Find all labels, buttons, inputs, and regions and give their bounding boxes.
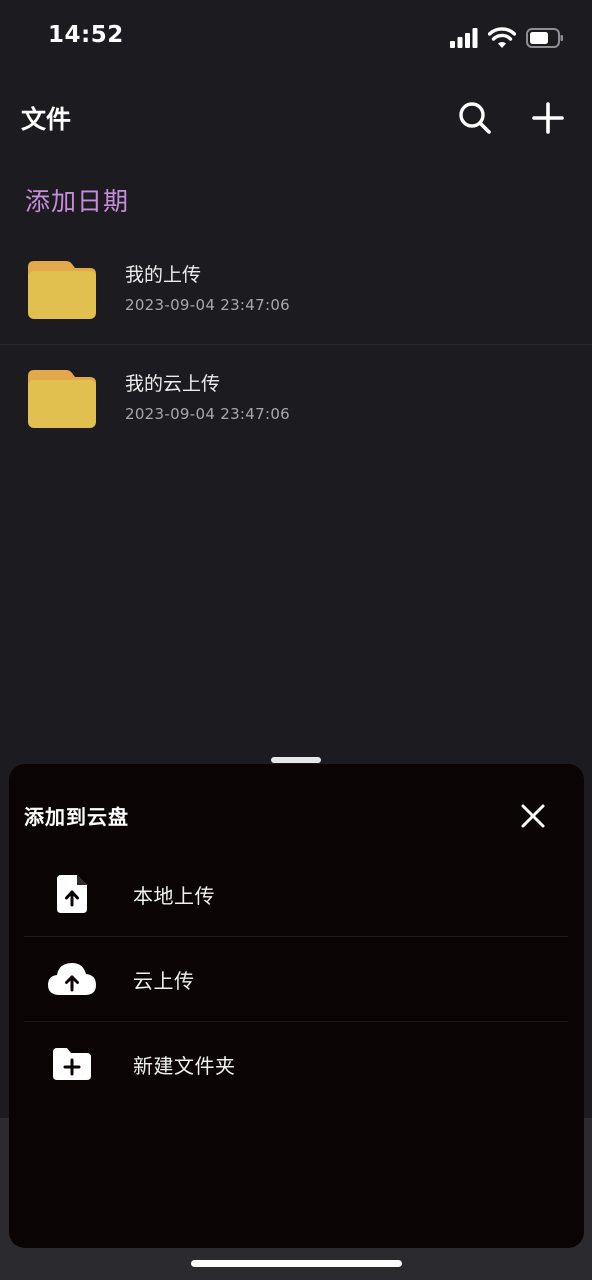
home-indicator bbox=[191, 1260, 402, 1267]
file-row[interactable]: 我的云上传 2023-09-04 23:47:06 bbox=[0, 347, 592, 455]
file-row[interactable]: 我的上传 2023-09-04 23:47:06 bbox=[0, 238, 592, 346]
file-date: 2023-09-04 23:47:06 bbox=[125, 405, 291, 423]
page-title: 文件 bbox=[21, 105, 72, 134]
action-label: 云上传 bbox=[133, 969, 195, 993]
close-button[interactable] bbox=[512, 795, 554, 837]
search-icon bbox=[459, 102, 491, 134]
cloud-upload-button[interactable]: 云上传 bbox=[24, 937, 568, 1021]
file-name: 我的云上传 bbox=[125, 373, 221, 395]
plus-icon bbox=[532, 102, 564, 134]
signal-icon bbox=[450, 28, 478, 48]
action-label: 本地上传 bbox=[133, 884, 215, 908]
sheet-title: 添加到云盘 bbox=[24, 805, 129, 829]
new-folder-button[interactable]: 新建文件夹 bbox=[24, 1022, 568, 1106]
file-date: 2023-09-04 23:47:06 bbox=[125, 296, 291, 314]
sheet-drag-handle[interactable] bbox=[271, 757, 321, 763]
add-button[interactable] bbox=[524, 94, 572, 142]
status-icons bbox=[450, 24, 564, 52]
action-label: 新建文件夹 bbox=[133, 1054, 236, 1078]
sort-label[interactable]: 添加日期 bbox=[25, 182, 129, 218]
file-upload-icon bbox=[46, 868, 98, 920]
local-upload-button[interactable]: 本地上传 bbox=[24, 852, 568, 936]
folder-icon bbox=[28, 261, 96, 319]
wifi-icon bbox=[488, 27, 516, 48]
status-time: 14:52 bbox=[48, 22, 124, 48]
row-divider bbox=[0, 344, 592, 345]
cloud-upload-icon bbox=[46, 953, 98, 1005]
battery-icon bbox=[526, 28, 563, 48]
file-name: 我的上传 bbox=[125, 264, 202, 286]
close-icon bbox=[521, 804, 545, 828]
search-button[interactable] bbox=[451, 94, 499, 142]
folder-icon bbox=[28, 370, 96, 428]
folder-add-icon bbox=[46, 1038, 98, 1090]
